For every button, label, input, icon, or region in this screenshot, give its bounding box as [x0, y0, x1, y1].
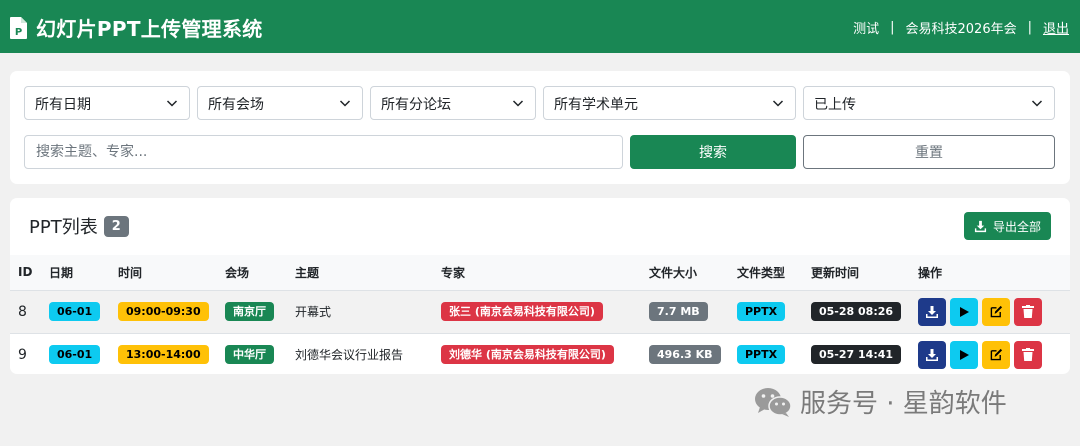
play-icon: [960, 306, 969, 317]
wechat-icon: [755, 387, 792, 417]
col-header-size: 文件大小: [649, 265, 698, 280]
separator: |: [890, 20, 895, 35]
col-header-time: 时间: [118, 265, 143, 280]
edit-icon: [990, 305, 1002, 318]
search-input[interactable]: [24, 135, 623, 169]
list-title: PPT列表: [29, 217, 98, 238]
row-id: 8: [18, 303, 27, 320]
edit-button[interactable]: [982, 297, 1010, 326]
svg-text:P: P: [15, 27, 22, 38]
expert-badge: 张三 (南京会易科技有限公司): [441, 302, 603, 321]
event-name: 会易科技2026年会: [905, 22, 1017, 37]
logout-link[interactable]: 退出: [1043, 18, 1069, 37]
unit-select-value: 所有学术单元: [554, 97, 638, 113]
trash-icon: [1022, 348, 1034, 362]
chevron-down-icon: [339, 97, 351, 113]
delete-button[interactable]: [1014, 297, 1042, 326]
brand: P 幻灯片PPT上传管理系统: [10, 13, 263, 42]
count-badge: 2: [103, 215, 129, 237]
chevron-down-icon: [512, 97, 524, 113]
chevron-down-icon: [1031, 97, 1043, 113]
user-menu: 测试 | 会易科技2026年会 | 退出: [853, 18, 1069, 37]
venue-select-value: 所有会场: [208, 97, 264, 113]
col-header-id: ID: [18, 265, 33, 280]
app-title: 幻灯片PPT上传管理系统: [36, 17, 263, 41]
play-icon: [960, 349, 969, 360]
download-button[interactable]: [918, 297, 946, 326]
size-badge: 496.3 KB: [649, 345, 721, 365]
play-button[interactable]: [950, 340, 978, 369]
col-header-actions: 操作: [918, 265, 943, 280]
user-name: 测试: [853, 22, 880, 37]
col-header-updated: 更新时间: [811, 265, 860, 280]
watermark: 服务号 · 星韵软件: [754, 383, 1007, 420]
reset-button[interactable]: 重置: [803, 135, 1055, 169]
export-all-button[interactable]: 导出全部: [964, 212, 1051, 240]
date-badge: 06-01: [49, 345, 101, 365]
chevron-down-icon: [772, 97, 784, 113]
search-button[interactable]: 搜索: [630, 135, 796, 169]
type-badge: PPTX: [737, 302, 786, 321]
download-button[interactable]: [918, 340, 946, 369]
table-row: 8 06-01 09:00-09:30 南京厅 开幕式 张三 (南京会易科技有限…: [10, 290, 1070, 333]
col-header-date: 日期: [49, 265, 74, 280]
unit-select[interactable]: 所有学术单元: [543, 86, 796, 120]
edit-icon: [990, 349, 1002, 361]
topic-text: 刘德华会议行业报告: [295, 348, 404, 363]
ppt-table: ID 日期 时间 会场 主题 专家 文件大小 文件类型 更新时间 操作 8 06…: [10, 255, 1070, 374]
trash-icon: [1022, 305, 1034, 318]
date-select-value: 所有日期: [35, 97, 91, 113]
watermark-text: 服务号 · 星韵软件: [800, 389, 1007, 419]
row-id: 9: [18, 346, 27, 363]
filter-panel: 所有日期 所有会场 所有分论坛 所有学术单元 已上传 搜索 重置: [10, 71, 1070, 184]
status-select-value: 已上传: [814, 97, 856, 113]
forum-select-value: 所有分论坛: [381, 97, 451, 113]
separator: |: [1027, 20, 1032, 35]
ppt-list-panel: PPT列表 2 导出全部 ID 日期 时间 会场 主题 专家 文件大小 文件类型…: [10, 198, 1070, 374]
top-navbar: P 幻灯片PPT上传管理系统 测试 | 会易科技2026年会 | 退出: [0, 0, 1080, 53]
download-icon: [926, 348, 938, 361]
ppt-file-icon: P: [10, 16, 27, 39]
type-badge: PPTX: [737, 345, 786, 365]
time-badge: 13:00-14:00: [118, 345, 209, 365]
edit-button[interactable]: [982, 340, 1010, 369]
time-badge: 09:00-09:30: [118, 302, 209, 321]
col-header-type: 文件类型: [737, 265, 786, 280]
row-actions: [918, 340, 1070, 369]
updated-badge: 05-27 14:41: [811, 345, 902, 365]
chevron-down-icon: [166, 97, 178, 113]
updated-badge: 05-28 08:26: [811, 302, 902, 321]
delete-button[interactable]: [1014, 340, 1042, 369]
table-row: 9 06-01 13:00-14:00 中华厅 刘德华会议行业报告 刘德华 (南…: [10, 333, 1070, 374]
status-select[interactable]: 已上传: [803, 86, 1055, 120]
export-all-label: 导出全部: [992, 219, 1041, 234]
date-select[interactable]: 所有日期: [24, 86, 190, 120]
play-button[interactable]: [950, 297, 978, 326]
list-header: PPT列表 2: [29, 213, 129, 239]
expert-badge: 刘德华 (南京会易科技有限公司): [441, 345, 614, 365]
venue-badge: 南京厅: [225, 302, 274, 321]
download-icon: [926, 305, 938, 318]
download-icon: [974, 220, 987, 232]
size-badge: 7.7 MB: [649, 302, 708, 321]
row-actions: [918, 297, 1070, 326]
col-header-venue: 会场: [225, 265, 250, 280]
venue-select[interactable]: 所有会场: [197, 86, 363, 120]
forum-select[interactable]: 所有分论坛: [370, 86, 536, 120]
topic-text: 开幕式: [295, 305, 332, 319]
col-header-topic: 主题: [295, 265, 320, 280]
date-badge: 06-01: [49, 302, 101, 321]
venue-badge: 中华厅: [225, 345, 274, 365]
table-header-row: ID 日期 时间 会场 主题 专家 文件大小 文件类型 更新时间 操作: [10, 255, 1070, 290]
col-header-expert: 专家: [441, 265, 466, 280]
